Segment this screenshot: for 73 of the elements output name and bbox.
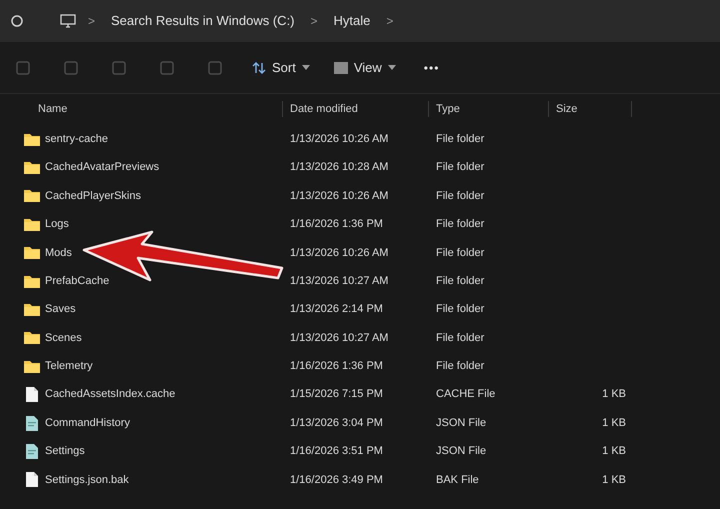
folder-icon bbox=[24, 360, 40, 373]
table-cell-text: JSON File bbox=[435, 444, 488, 460]
file-name[interactable]: Settings.json.bak bbox=[45, 472, 129, 488]
table-cell-text: 1/13/2026 10:28 AM bbox=[289, 160, 390, 176]
file-name[interactable]: Scenes bbox=[45, 330, 82, 346]
folder-icon bbox=[24, 303, 40, 316]
table-cell-text: File folder bbox=[435, 132, 486, 147]
table-cell-text: 1/13/2026 2:14 PM bbox=[289, 302, 384, 318]
table-cell-text: File folder bbox=[435, 274, 486, 289]
monitor-icon[interactable] bbox=[60, 14, 76, 28]
table-cell-text: 1 KB bbox=[602, 472, 626, 488]
caret-icon bbox=[388, 65, 396, 70]
table-cell-text: File folder bbox=[435, 246, 486, 260]
table-cell-text: 1/15/2026 7:15 PM bbox=[289, 387, 384, 402]
view-icon bbox=[334, 62, 348, 74]
chevron-separator: > bbox=[87, 13, 96, 30]
chevron-separator: > bbox=[385, 13, 394, 30]
document-icon bbox=[26, 472, 38, 488]
table-cell-text: File folder bbox=[435, 302, 486, 318]
table-cell-text: 1/16/2026 3:51 PM bbox=[289, 444, 384, 460]
column-header[interactable]: Type bbox=[428, 100, 548, 118]
sort-button[interactable]: Sort bbox=[252, 58, 310, 78]
column-header[interactable]: Size bbox=[548, 100, 632, 118]
table-cell-text: 1/13/2026 3:04 PM bbox=[289, 416, 384, 431]
folder-icon bbox=[24, 246, 40, 260]
table-cell-text: 1 KB bbox=[602, 387, 626, 402]
file-name[interactable]: Telemetry bbox=[45, 358, 93, 375]
folder-icon bbox=[24, 132, 40, 146]
file-name[interactable]: CachedAvatarPreviews bbox=[45, 159, 160, 176]
table-cell-text: 1/13/2026 10:27 AM bbox=[289, 274, 390, 289]
table-cell-text: JSON File bbox=[435, 416, 488, 431]
column-header[interactable]: Name bbox=[0, 100, 282, 118]
table-cell-text: 1/13/2026 10:27 AM bbox=[289, 330, 390, 346]
table-cell-text: 1/16/2026 3:49 PM bbox=[289, 472, 384, 488]
folder-icon bbox=[24, 189, 40, 202]
breadcrumb-item[interactable]: Hytale bbox=[330, 11, 374, 31]
folder-icon bbox=[24, 274, 40, 288]
table-cell-text: 1/13/2026 10:26 AM bbox=[289, 188, 390, 204]
table-cell-text: 1/13/2026 10:26 AM bbox=[289, 132, 390, 147]
file-name[interactable]: Mods bbox=[45, 244, 72, 261]
file-name[interactable]: sentry-cache bbox=[45, 130, 108, 148]
more-button[interactable]: ••• bbox=[424, 58, 440, 76]
file-name[interactable]: CommandHistory bbox=[45, 414, 130, 432]
folder-icon bbox=[24, 218, 40, 231]
folder-icon bbox=[24, 161, 40, 174]
document-icon bbox=[26, 444, 38, 459]
file-name[interactable]: CachedPlayerSkins bbox=[45, 188, 141, 204]
table-cell-text: File folder bbox=[435, 188, 486, 204]
table-cell-text: BAK File bbox=[435, 472, 480, 488]
file-name[interactable]: Saves bbox=[45, 301, 76, 318]
file-name[interactable]: Settings bbox=[45, 443, 85, 460]
table-cell-text: File folder bbox=[435, 359, 486, 374]
sort-icon bbox=[252, 60, 266, 74]
table-cell-text: File folder bbox=[435, 160, 486, 176]
table-cell-text: File folder bbox=[435, 217, 486, 232]
caret-icon bbox=[302, 65, 310, 70]
table-cell-text: CACHE File bbox=[435, 387, 496, 402]
file-name[interactable]: PrefabCache bbox=[45, 272, 110, 290]
file-name[interactable]: Logs bbox=[45, 216, 69, 233]
view-button[interactable]: View bbox=[334, 58, 396, 78]
document-icon bbox=[26, 387, 38, 402]
file-name[interactable]: CachedAssetsIndex.cache bbox=[45, 386, 176, 403]
table-cell-text: 1/13/2026 10:26 AM bbox=[289, 246, 390, 260]
table-cell-text: 1/16/2026 1:36 PM bbox=[289, 359, 384, 374]
table-cell-text: 1/16/2026 1:36 PM bbox=[289, 217, 384, 232]
chevron-separator: > bbox=[310, 13, 319, 30]
document-icon bbox=[26, 416, 38, 431]
folder-icon bbox=[24, 331, 40, 344]
column-header[interactable]: Date modified bbox=[282, 100, 428, 118]
table-cell-text: File folder bbox=[435, 330, 486, 346]
breadcrumb-item[interactable]: Search Results in Windows (C:) bbox=[107, 11, 299, 31]
table-cell-text: 1 KB bbox=[602, 416, 626, 431]
table-cell-text: 1 KB bbox=[602, 444, 626, 460]
